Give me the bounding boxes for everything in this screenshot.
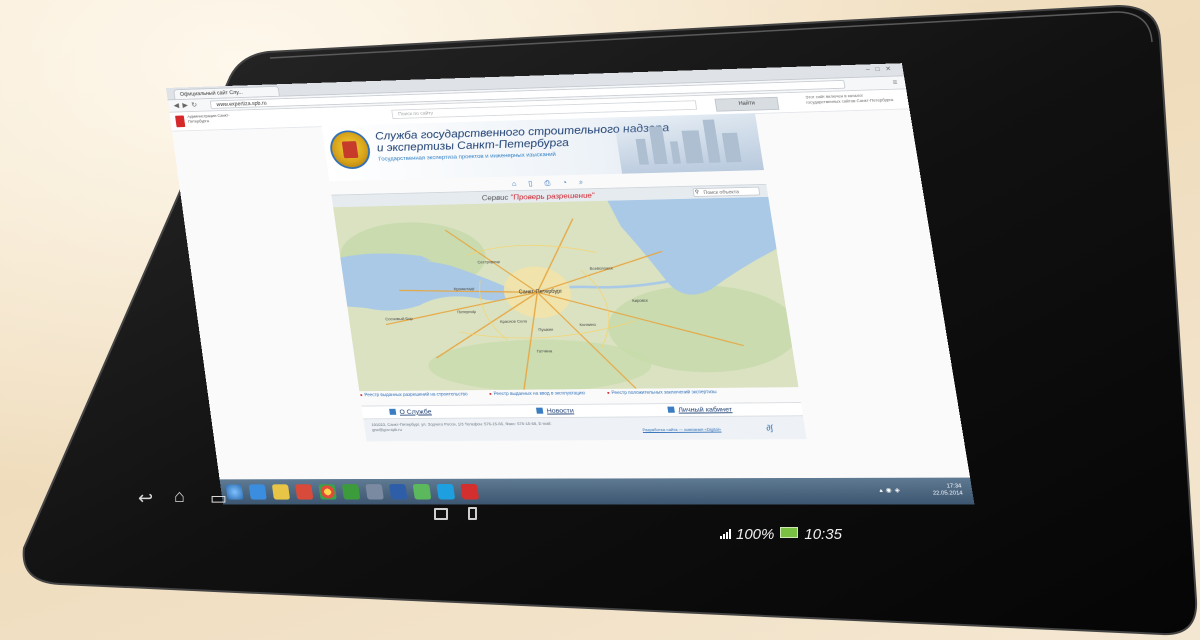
map-label: Гатчина [537, 349, 554, 353]
device-status-bar: 100% 10:35 [720, 526, 842, 543]
developer-logo-icon[interactable]: ∂∫ [766, 423, 774, 432]
media-icon[interactable] [295, 484, 314, 500]
site-header: Служба государственного строительного на… [321, 113, 764, 182]
screen-mirror-icon[interactable] [434, 508, 448, 520]
map-search-input[interactable]: Поиск объекта [692, 186, 761, 197]
utility-icons: ⌂▯⎙◔⌕ [511, 178, 596, 189]
home-icon[interactable]: ⌂ [174, 486, 185, 507]
registry-legend: ●Реестр выданных разрешений на строитель… [360, 389, 801, 402]
city-skyline-image [613, 113, 764, 174]
legend-item-commissioning[interactable]: ●Реестр выданных на ввод в эксплуатацию [489, 391, 586, 397]
map-label: Санкт-Петербург [518, 289, 563, 296]
tray-icons[interactable]: ▴◉◈ [879, 487, 904, 494]
mobile-icon[interactable]: ▯ [528, 179, 545, 187]
app-icon[interactable] [341, 484, 361, 500]
app-icon[interactable] [412, 484, 432, 500]
nav-buttons-icon[interactable]: ◀▶↻ [173, 101, 201, 109]
start-button-icon[interactable] [225, 484, 244, 500]
phone-icon[interactable] [468, 507, 477, 520]
service-title: Сервис "Проверь разрешение" [481, 190, 596, 203]
rss-icon[interactable]: ◔ [562, 178, 580, 186]
gov-strip-text[interactable]: Администрация Санкт-Петербурга [187, 113, 250, 124]
map-label: Сосновый Бор [385, 317, 413, 321]
map-label: Кировск [632, 299, 649, 303]
window-controls[interactable]: –□✕ [865, 65, 897, 73]
skype-icon[interactable] [436, 483, 456, 500]
map-view[interactable]: Санкт-Петербург Сестрорецк Кронштадт Пет… [333, 196, 799, 392]
back-icon[interactable]: ↩ [138, 488, 153, 509]
map-label: Пушкин [538, 328, 553, 332]
map-label: Кронштадт [454, 287, 476, 291]
chrome-icon[interactable] [318, 484, 337, 500]
ie-icon[interactable] [248, 484, 267, 500]
document-icon [389, 408, 397, 415]
legend-item-expertise[interactable]: ●Реестр положительных заключений эксперт… [607, 390, 718, 396]
app-icon[interactable] [388, 484, 408, 500]
newspaper-icon [535, 407, 544, 414]
catalog-note: Этот сайт включен в каталог государствен… [804, 93, 894, 105]
battery-icon [780, 527, 799, 538]
taskbar-clock[interactable]: 17:34 22.05.2014 [931, 483, 964, 497]
map-label: Всеволожск [589, 266, 613, 271]
map-label: Колпино [579, 323, 596, 327]
search-icon[interactable]: ⌕ [578, 178, 595, 186]
footer-address: 191023, Санкт-Петербург, ул. Зодчего Рос… [371, 421, 552, 433]
recent-apps-icon[interactable]: ▭ [210, 488, 227, 509]
menu-icon[interactable]: ≡ [892, 78, 898, 86]
app-icon[interactable] [460, 483, 480, 500]
signal-icon [720, 529, 731, 539]
site-footer: 191023, Санкт-Петербург, ул. Зодчего Рос… [363, 416, 807, 442]
map-label: Петергоф [457, 310, 476, 314]
app-icon[interactable] [365, 484, 384, 500]
service-emblem-icon[interactable] [327, 129, 373, 170]
spb-flag-icon [175, 115, 186, 128]
find-button[interactable]: Найти [714, 96, 780, 112]
home-icon[interactable]: ⌂ [511, 180, 529, 188]
device-clock: 10:35 [804, 526, 842, 543]
user-icon [667, 406, 675, 413]
folder-icon[interactable] [271, 484, 291, 500]
tablet-screen: Официальный сайт Слу... –□✕ ◀▶↻ www.expe… [166, 63, 975, 505]
nav-cabinet[interactable]: Личный кабинет [667, 405, 733, 414]
nav-news[interactable]: Новости [535, 407, 574, 415]
map-canvas: Санкт-Петербург Сестрорецк Кронштадт Пет… [333, 196, 799, 392]
print-icon[interactable]: ⎙ [544, 179, 563, 187]
battery-percent: 100% [736, 526, 775, 543]
legend-item-construction[interactable]: ●Реестр выданных разрешений на строитель… [360, 392, 468, 398]
nav-about[interactable]: О Службе [389, 408, 432, 416]
map-label: Красное Село [500, 319, 528, 323]
developer-link[interactable]: Разработка сайта — компания «Digital» [642, 427, 721, 432]
windows-taskbar: ▴◉◈ 17:34 22.05.2014 [219, 477, 975, 505]
magnifier-icon: ⚲ [694, 189, 700, 196]
map-label: Сестрорецк [477, 260, 500, 264]
